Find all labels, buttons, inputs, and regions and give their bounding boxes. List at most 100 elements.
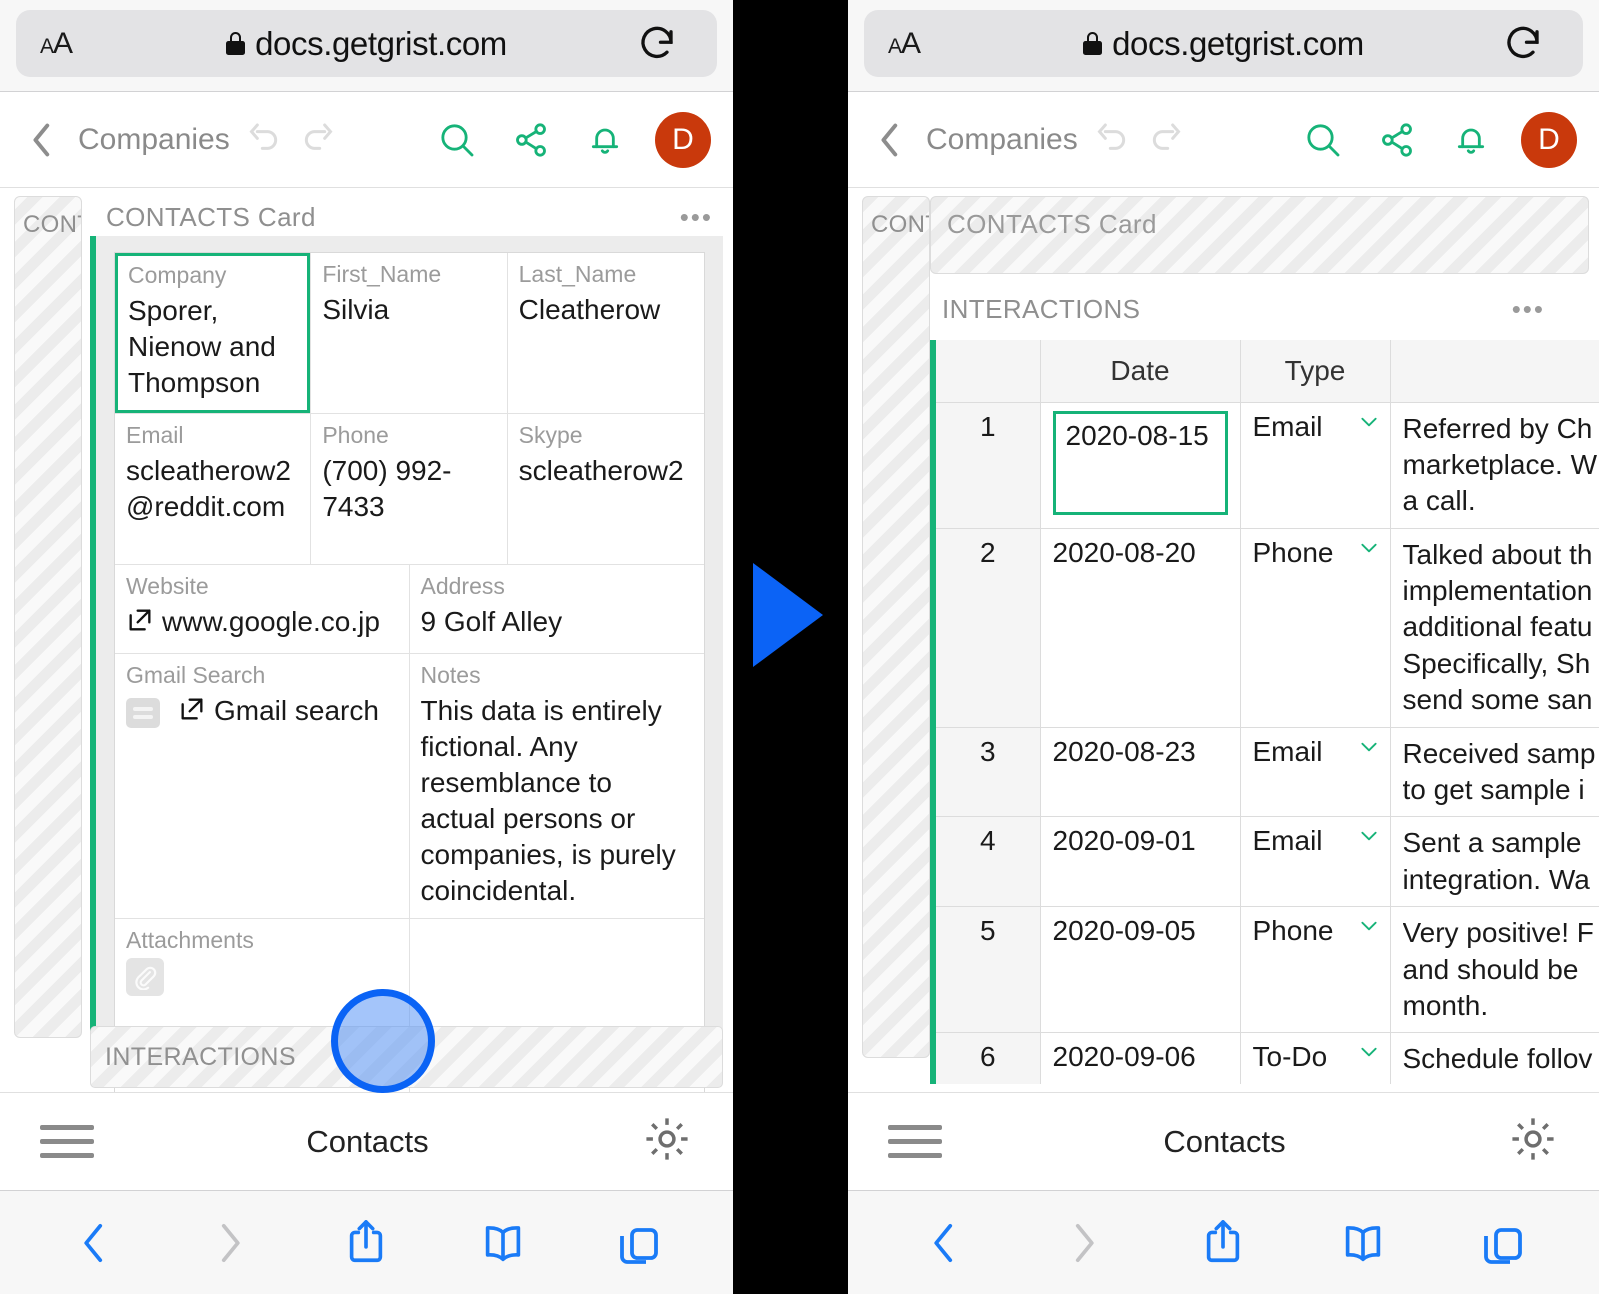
cell-date[interactable]: 2020-09-06	[1040, 1032, 1241, 1084]
share-button[interactable]	[1377, 120, 1417, 160]
cell-type[interactable]: Email	[1240, 816, 1391, 908]
row-number[interactable]: 1	[936, 402, 1041, 529]
chevron-down-icon[interactable]	[1360, 921, 1378, 931]
field-notes[interactable]: Notes This data is entirely fictional. A…	[410, 654, 705, 918]
text-size-button[interactable]: AA	[864, 27, 984, 61]
settings-button[interactable]	[641, 1113, 693, 1170]
avatar[interactable]: D	[655, 111, 711, 168]
cell-notes[interactable]: Referred by Ch marketplace. W a call.	[1390, 402, 1599, 529]
redo-button[interactable]	[298, 120, 338, 160]
collapsed-section-tab[interactable]: CONT	[14, 196, 82, 1038]
grid-menu-button[interactable]: •••	[1512, 294, 1545, 325]
row-number[interactable]: 3	[936, 727, 1041, 818]
share-button[interactable]	[511, 120, 551, 160]
url-pill[interactable]: AA docs.getgrist.com	[16, 10, 717, 77]
chevron-down-icon[interactable]	[1360, 417, 1378, 427]
row-number[interactable]: 6	[936, 1032, 1041, 1084]
avatar[interactable]: D	[1521, 111, 1577, 168]
cell-type[interactable]: Email	[1240, 402, 1391, 529]
row-number[interactable]: 5	[936, 906, 1041, 1034]
cell-type[interactable]: Phone	[1240, 906, 1391, 1034]
reload-button[interactable]	[597, 23, 717, 65]
widget-menu-button[interactable]: •••	[680, 204, 713, 230]
safari-bookmarks-button[interactable]	[1315, 1218, 1411, 1268]
back-button[interactable]	[22, 119, 62, 161]
external-link-icon	[126, 606, 154, 643]
right-phone-screen: AA docs.getgrist.com Companies D CON CON…	[848, 0, 1599, 1294]
safari-share-button[interactable]	[318, 1218, 414, 1268]
cell-notes[interactable]: Very positive! F and should be month.	[1390, 906, 1599, 1034]
interactions-grid[interactable]: Date Type 1 2020-08-15 Email Referred by…	[930, 340, 1599, 1084]
row-number[interactable]: 2	[936, 528, 1041, 728]
cell-date[interactable]: 2020-09-05	[1040, 906, 1241, 1034]
collapsed-contacts-card-section[interactable]: CONTACTS Card	[930, 196, 1589, 274]
chevron-down-icon[interactable]	[1360, 831, 1378, 841]
url-pill[interactable]: AA docs.getgrist.com	[864, 10, 1583, 77]
cell-date[interactable]: 2020-08-23	[1040, 727, 1241, 818]
field-first-name[interactable]: First_Name Silvia	[311, 253, 508, 414]
safari-tabs-button[interactable]	[591, 1219, 687, 1267]
reload-button[interactable]	[1463, 23, 1583, 65]
text-size-button[interactable]: AA	[16, 27, 136, 61]
field-address[interactable]: Address 9 Golf Alley	[410, 565, 705, 653]
cell-type[interactable]: Phone	[1240, 528, 1391, 728]
col-header-rownum[interactable]	[936, 340, 1041, 403]
cell-type[interactable]: Email	[1240, 727, 1391, 818]
cell-notes-value: Received samp to get sample i	[1402, 737, 1596, 806]
chevron-down-icon[interactable]	[1360, 543, 1378, 553]
paperclip-icon[interactable]	[126, 958, 164, 997]
field-skype[interactable]: Skype scleatherow2	[508, 414, 704, 564]
chevron-down-icon[interactable]	[1360, 742, 1378, 752]
cell-date[interactable]: 2020-08-15	[1040, 402, 1241, 529]
col-header-date[interactable]: Date	[1040, 340, 1241, 403]
breadcrumb[interactable]: Companies	[78, 123, 230, 157]
cell-type-value: Email	[1252, 825, 1323, 857]
chevron-down-icon[interactable]	[1360, 1047, 1378, 1057]
undo-button[interactable]	[244, 120, 284, 160]
field-gmail-search[interactable]: Gmail Search Gmail search	[115, 654, 410, 919]
page-title: Contacts	[1163, 1123, 1286, 1159]
safari-tabs-button[interactable]	[1455, 1219, 1551, 1267]
settings-button[interactable]	[1507, 1113, 1559, 1170]
field-company[interactable]: Company Sporer, Nienow and Thompson	[115, 253, 312, 414]
notifications-button[interactable]	[585, 120, 625, 160]
col-header-notes[interactable]	[1390, 340, 1599, 403]
menu-button[interactable]	[40, 1125, 94, 1158]
reference-chip-icon	[126, 698, 160, 729]
collapsed-section-tab[interactable]: CONT	[862, 196, 930, 1058]
back-button[interactable]	[870, 119, 910, 161]
redo-button[interactable]	[1146, 120, 1186, 160]
field-company-selection[interactable]: Company Sporer, Nienow and Thompson	[115, 253, 311, 414]
safari-share-button[interactable]	[1175, 1218, 1271, 1268]
safari-back-button[interactable]	[46, 1218, 142, 1268]
safari-back-button[interactable]	[896, 1218, 992, 1268]
cell-notes[interactable]: Sent a sample integration. Wa	[1390, 816, 1599, 908]
menu-button[interactable]	[888, 1125, 942, 1158]
cell-type[interactable]: To-Do	[1240, 1032, 1391, 1084]
col-header-type[interactable]: Type	[1240, 340, 1391, 403]
field-phone[interactable]: Phone (700) 992-7433	[311, 414, 508, 565]
field-website[interactable]: Website www.google.co.jp	[115, 565, 410, 654]
cell-notes[interactable]: Received samp to get sample i	[1390, 727, 1599, 818]
table-row: 1 2020-08-15 Email Referred by Ch market…	[936, 402, 1599, 529]
cell-notes[interactable]: Schedule follov	[1390, 1032, 1599, 1084]
notifications-button[interactable]	[1451, 120, 1491, 160]
search-button[interactable]	[437, 120, 477, 160]
field-last-name[interactable]: Last_Name Cleatherow	[508, 253, 704, 413]
cell-date[interactable]: 2020-08-20	[1040, 528, 1241, 728]
url-display[interactable]: docs.getgrist.com	[984, 25, 1463, 63]
collapsed-contacts-card-label: CONTACTS Card	[947, 209, 1157, 239]
url-display[interactable]: docs.getgrist.com	[136, 25, 597, 63]
safari-forward-button[interactable]	[1036, 1218, 1132, 1268]
row-number[interactable]: 4	[936, 816, 1041, 908]
field-value: www.google.co.jp	[162, 606, 380, 638]
safari-forward-button[interactable]	[182, 1218, 278, 1268]
cell-notes[interactable]: Talked about th implementation additiona…	[1390, 528, 1599, 728]
breadcrumb[interactable]: Companies	[926, 123, 1078, 157]
search-button[interactable]	[1303, 120, 1343, 160]
cell-date[interactable]: 2020-09-01	[1040, 816, 1241, 908]
field-email[interactable]: Email scleatherow2@reddit.com	[115, 414, 312, 565]
undo-button[interactable]	[1092, 120, 1132, 160]
safari-bookmarks-button[interactable]	[455, 1218, 551, 1268]
cell-type-value: Phone	[1252, 536, 1334, 568]
